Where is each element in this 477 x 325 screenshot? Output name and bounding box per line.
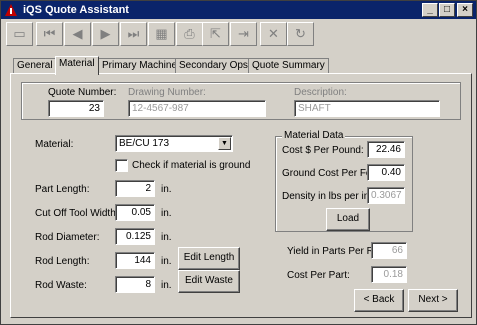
rod-waste-field[interactable]: 8: [115, 276, 155, 293]
material-selected-value: BE/CU 173: [119, 138, 170, 149]
previous-record-icon[interactable]: ◀: [64, 22, 91, 46]
window-title: iQS Quote Assistant: [23, 4, 129, 16]
refresh-icon[interactable]: ↻: [287, 22, 314, 46]
next-button[interactable]: Next >: [408, 289, 458, 312]
material-dropdown[interactable]: BE/CU 173 ▼: [115, 135, 233, 152]
rod-length-unit: in.: [161, 256, 172, 267]
description-field[interactable]: SHAFT: [294, 100, 440, 117]
cutoff-tool-width-label: Cut Off Tool Width:: [35, 208, 119, 219]
grid-icon[interactable]: ▦: [148, 22, 175, 46]
tab-primary-machines[interactable]: Primary Machines: [98, 58, 187, 74]
edit-waste-button[interactable]: Edit Waste: [178, 270, 240, 293]
quote-assistant-window: iQS Quote Assistant _ □ × ▭ ⏮ ◀ ▶ ⏭ ▦ ⎙ …: [0, 0, 477, 325]
ground-cost-per-foot-field[interactable]: 0.40: [367, 164, 405, 181]
cutoff-tool-width-field[interactable]: 0.05: [115, 204, 155, 221]
tab-quote-summary[interactable]: Quote Summary: [248, 58, 329, 74]
last-record-icon[interactable]: ⏭: [120, 22, 147, 46]
export-icon[interactable]: ⇱: [202, 22, 229, 46]
rod-diameter-field[interactable]: 0.125: [115, 228, 155, 245]
import-icon[interactable]: ⇥: [230, 22, 257, 46]
chevron-down-icon[interactable]: ▼: [218, 137, 231, 150]
minimize-icon[interactable]: _: [422, 3, 438, 17]
part-length-field[interactable]: 2: [115, 180, 155, 197]
print-icon[interactable]: ⎙: [176, 22, 203, 46]
delete-icon[interactable]: ✕: [260, 22, 287, 46]
tab-material[interactable]: Material: [55, 56, 99, 75]
material-data-group-label: Material Data: [282, 130, 346, 142]
new-icon[interactable]: ▭: [6, 22, 33, 46]
rod-waste-label: Rod Waste:: [35, 280, 87, 291]
back-button[interactable]: < Back: [354, 289, 404, 312]
quote-header-group: Quote Number: 23 Drawing Number: 12-4567…: [21, 82, 461, 120]
drawing-number-field[interactable]: 12-4567-987: [128, 100, 266, 117]
material-label: Material:: [35, 139, 74, 150]
yield-parts-per-rod-field[interactable]: 66: [371, 242, 407, 259]
cost-per-part-label: Cost Per Part:: [287, 270, 350, 281]
rod-length-field[interactable]: 144: [115, 252, 155, 269]
close-window-icon[interactable]: ×: [457, 3, 473, 17]
edit-length-button[interactable]: Edit Length: [178, 247, 240, 270]
part-length-label: Part Length:: [35, 184, 90, 195]
rod-waste-unit: in.: [161, 280, 172, 291]
app-logo-icon: [5, 4, 17, 16]
density-field[interactable]: 0.3067: [367, 187, 405, 204]
toolbar: ▭ ⏮ ◀ ▶ ⏭ ▦ ⎙ ⇱ ⇥ ✕ ↻: [4, 22, 474, 48]
load-button[interactable]: Load: [326, 208, 370, 231]
quote-number-label: Quote Number:: [48, 87, 117, 98]
ground-material-checkbox-label: Check if material is ground: [132, 160, 251, 171]
cost-per-pound-field[interactable]: 22.46: [367, 141, 405, 158]
material-tab-panel: Quote Number: 23 Drawing Number: 12-4567…: [10, 73, 472, 318]
tab-general[interactable]: General: [13, 58, 57, 74]
cost-per-pound-label: Cost $ Per Pound:: [282, 145, 364, 156]
drawing-number-label: Drawing Number:: [128, 87, 206, 98]
material-data-group: Material Data Cost $ Per Pound: 22.46 Gr…: [275, 130, 413, 232]
description-label: Description:: [294, 87, 347, 98]
maximize-icon[interactable]: □: [439, 3, 455, 17]
ground-material-checkbox[interactable]: [115, 159, 128, 172]
rod-diameter-label: Rod Diameter:: [35, 232, 100, 243]
tab-secondary-ops[interactable]: Secondary Ops: [175, 58, 252, 74]
rod-length-label: Rod Length:: [35, 256, 90, 267]
rod-diameter-unit: in.: [161, 232, 172, 243]
quote-number-field[interactable]: 23: [48, 100, 104, 117]
next-record-icon[interactable]: ▶: [92, 22, 119, 46]
cost-per-part-field[interactable]: 0.18: [371, 266, 407, 283]
title-bar: iQS Quote Assistant _ □ ×: [1, 1, 476, 19]
part-length-unit: in.: [161, 184, 172, 195]
cutoff-unit: in.: [161, 208, 172, 219]
first-record-icon[interactable]: ⏮: [36, 22, 63, 46]
